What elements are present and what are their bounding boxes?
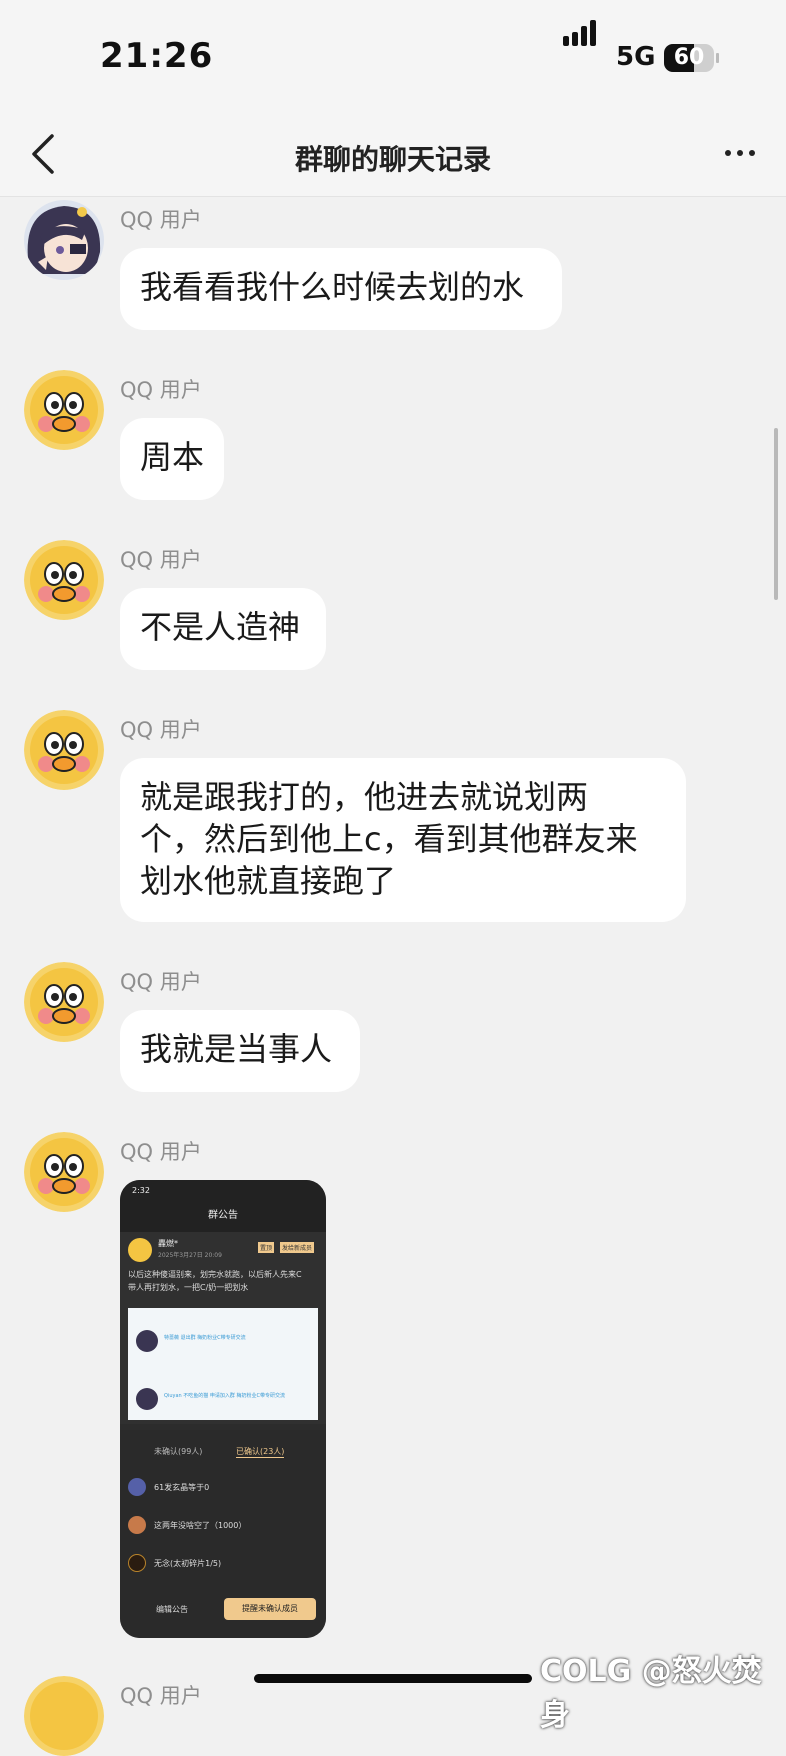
announcement-post: 轟燃* 2025年3月27日 20:09 置顶 发给新成员 以后这种傻逼别来，划…	[120, 1232, 326, 1424]
message-bubble[interactable]: 不是人造神	[120, 588, 326, 670]
network-label: 5G	[616, 42, 656, 72]
message-line: 个，然后到他上c，看到其他群友来	[140, 820, 638, 858]
message-line: 就是跟我打的，他进去就说划两	[140, 778, 589, 816]
embedded-title: 群公告	[208, 1210, 238, 1221]
sender-name: QQ 用户	[120, 718, 202, 742]
post-image: 特蔷薇 退出群 梅奶粉业C带专研交流 Qiuyan 不吃鱼的猫 申请加入群 梅奶…	[128, 1308, 318, 1420]
member-row: 61发玄晶等于0	[154, 1483, 210, 1492]
more-options-button[interactable]	[720, 146, 760, 160]
member-list: 未确认(99人) 已确认(23人) 61发玄晶等于0 这两年没啥空了（1000）…	[120, 1430, 326, 1638]
sender-name: QQ 用户	[120, 1140, 202, 1164]
avatar[interactable]	[24, 962, 104, 1042]
page-title: 群聊的聊天记录	[294, 143, 491, 176]
tab-confirmed: 已确认(23人)	[236, 1447, 285, 1458]
battery-icon: 60	[664, 44, 714, 72]
post-text: 以后这种傻逼别来，划完水就跑，以后新人先来C 带人再打划水，一把C/奶一把划水	[128, 1270, 302, 1292]
sender-name: QQ 用户	[120, 548, 202, 572]
post-avatar	[128, 1238, 152, 1262]
edit-announcement-button: 编辑公告	[156, 1605, 188, 1614]
pinned-tag: 置顶	[258, 1242, 275, 1253]
scrollbar[interactable]	[774, 428, 778, 600]
watermark: COLG @怒火焚身	[540, 1654, 762, 1733]
battery-level: 60	[673, 45, 705, 70]
sender-name: QQ 用户	[120, 208, 202, 232]
avatar[interactable]	[24, 710, 104, 790]
nav-bar: 群聊的聊天记录	[0, 118, 786, 197]
avatar[interactable]	[24, 370, 104, 450]
status-bar: 21:26 5G 60	[0, 0, 786, 118]
message-bubble[interactable]: 就是跟我打的，他进去就说划两 个，然后到他上c，看到其他群友来 划水他就直接跑了	[120, 758, 686, 922]
tab-unconfirmed: 未确认(99人)	[154, 1447, 203, 1456]
sender-name: QQ 用户	[120, 378, 202, 402]
post-date: 2025年3月27日 20:09	[158, 1252, 222, 1259]
message-bubble[interactable]: 我看看我什么时候去划的水	[120, 248, 562, 330]
avatar[interactable]	[24, 200, 104, 280]
image-message[interactable]: 2:32 群公告 轟燃* 2025年3月27日 20:09 置顶 发给新成员 以…	[120, 1180, 326, 1638]
member-row: 这两年没啥空了（1000）	[154, 1521, 247, 1530]
sender-name: QQ 用户	[120, 1684, 202, 1708]
status-time: 21:26	[100, 36, 214, 76]
remind-button: 提醒未确认成员	[224, 1598, 316, 1620]
post-author: 轟燃*	[158, 1239, 178, 1248]
member-row: 无念(太初碎片1/5)	[154, 1559, 222, 1568]
avatar[interactable]	[24, 1676, 104, 1756]
message-line: 划水他就直接跑了	[140, 862, 397, 900]
embedded-time: 2:32	[132, 1186, 150, 1195]
new-member-tag: 发给新成员	[280, 1242, 315, 1253]
avatar[interactable]	[24, 1132, 104, 1212]
message-bubble[interactable]: 我就是当事人	[120, 1010, 360, 1092]
message-bubble[interactable]: 周本	[120, 418, 224, 500]
avatar[interactable]	[24, 540, 104, 620]
home-indicator[interactable]	[254, 1674, 532, 1683]
sender-name: QQ 用户	[120, 970, 202, 994]
